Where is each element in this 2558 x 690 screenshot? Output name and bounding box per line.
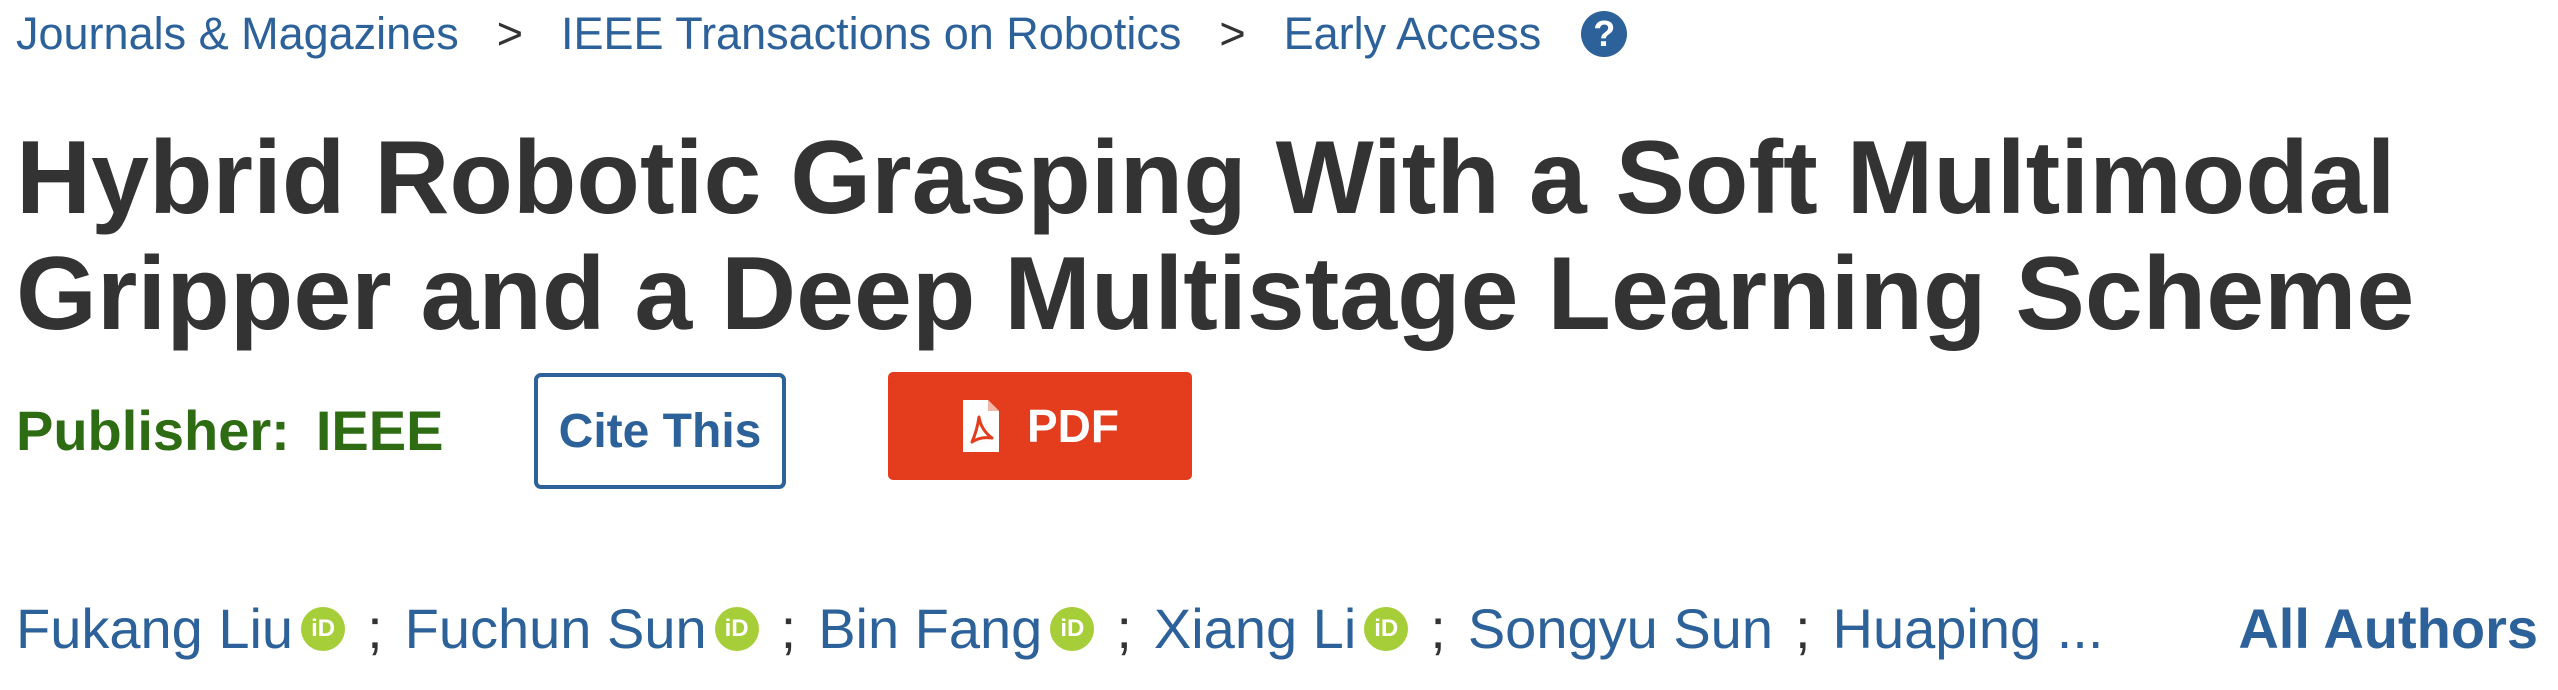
author-list: Fukang Liu iD ; Fuchun Sun iD ; Bin Fang… xyxy=(16,596,2103,661)
pdf-file-icon xyxy=(963,400,999,452)
publisher-value: IEEE xyxy=(315,399,444,462)
orcid-icon[interactable]: iD xyxy=(1364,606,1409,651)
author-separator: ; xyxy=(780,597,797,660)
breadcrumb-separator: > xyxy=(1219,8,1246,59)
pdf-button-label: PDF xyxy=(1027,400,1119,452)
title-line-2: Gripper and a Deep Multistage Learning S… xyxy=(16,236,2415,352)
author-separator: ; xyxy=(1430,597,1446,660)
publisher-label: Publisher: xyxy=(16,399,290,462)
pdf-button[interactable]: PDF xyxy=(888,372,1192,480)
page-title: Hybrid Robotic Grasping With a Soft Mult… xyxy=(16,120,2516,352)
article-header: Journals & Magazines > IEEE Transactions… xyxy=(0,0,2558,690)
breadcrumb: Journals & Magazines > IEEE Transactions… xyxy=(16,0,1628,68)
author-link[interactable]: Xiang Li xyxy=(1154,596,1356,661)
orcid-icon[interactable]: iD xyxy=(1050,606,1095,651)
all-authors-link[interactable]: All Authors xyxy=(2238,596,2538,661)
author-item: Xiang Li iD xyxy=(1154,596,1409,661)
author-link[interactable]: Bin Fang xyxy=(818,596,1042,661)
title-line-1: Hybrid Robotic Grasping With a Soft Mult… xyxy=(16,120,2396,236)
author-item: Songyu Sun xyxy=(1468,596,1773,661)
breadcrumb-transactions-on-robotics[interactable]: IEEE Transactions on Robotics xyxy=(561,8,1181,60)
author-item: Fuchun Sun iD xyxy=(405,596,759,661)
author-item: Bin Fang iD xyxy=(818,596,1095,661)
author-link[interactable]: Fuchun Sun xyxy=(405,596,707,661)
breadcrumb-separator: > xyxy=(496,8,524,59)
author-separator: ; xyxy=(1794,597,1811,660)
orcid-icon[interactable]: iD xyxy=(714,606,759,651)
author-link[interactable]: Huaping ... xyxy=(1833,596,2104,661)
cite-this-button[interactable]: Cite This xyxy=(534,373,786,489)
breadcrumb-journals-magazines[interactable]: Journals & Magazines xyxy=(16,8,459,60)
breadcrumb-early-access[interactable]: Early Access xyxy=(1284,8,1542,60)
author-separator: ; xyxy=(367,597,383,660)
orcid-icon[interactable]: iD xyxy=(301,606,346,651)
question-circle-icon[interactable]: ? xyxy=(1581,11,1628,57)
author-link[interactable]: Songyu Sun xyxy=(1468,596,1773,661)
author-item: Fukang Liu iD xyxy=(16,596,346,661)
author-link[interactable]: Fukang Liu xyxy=(16,596,293,661)
author-item: Huaping ... xyxy=(1833,596,2104,661)
publisher: Publisher: IEEE xyxy=(16,398,443,463)
author-separator: ; xyxy=(1116,597,1132,660)
